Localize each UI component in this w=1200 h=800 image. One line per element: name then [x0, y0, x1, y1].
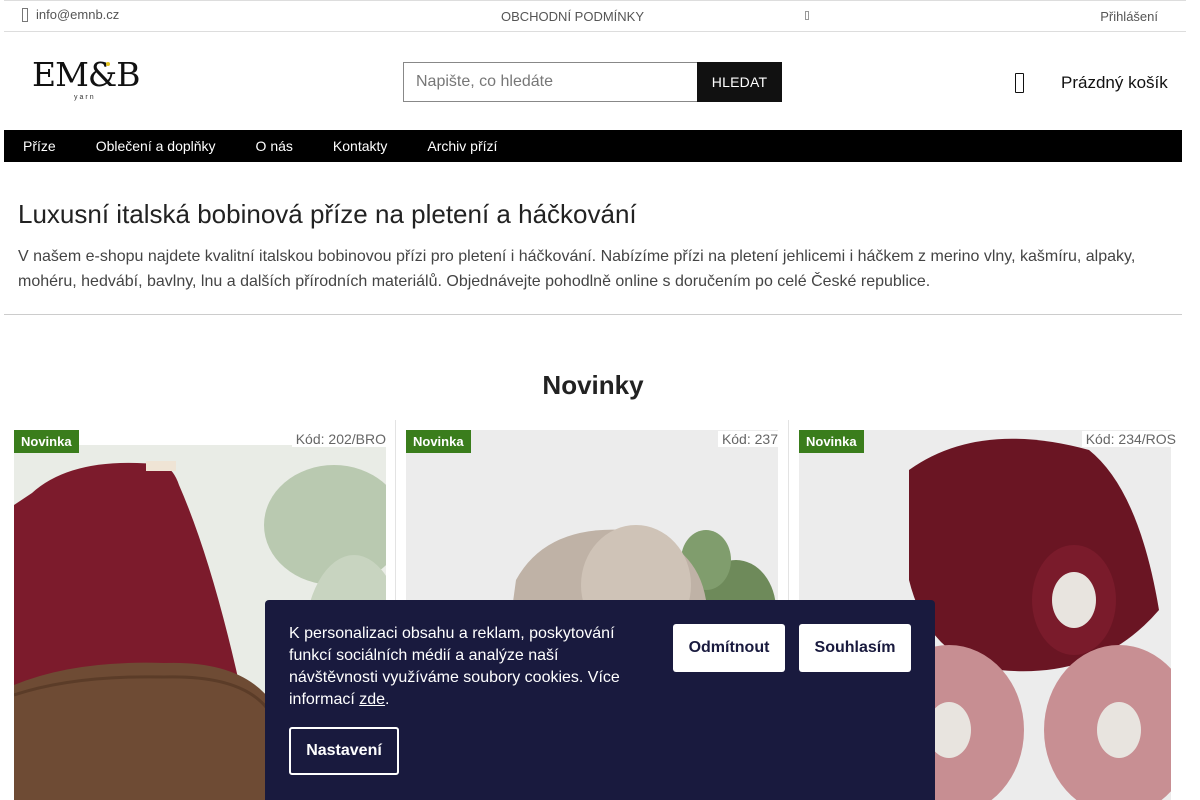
new-badge: Novinka	[14, 430, 79, 453]
intro-text: V našem e-shopu najdete kvalitní italsko…	[18, 248, 1136, 290]
cookie-more-link[interactable]: zde	[359, 691, 385, 708]
nav-item-yarn[interactable]: Příze	[4, 130, 76, 162]
new-badge: Novinka	[799, 430, 864, 453]
nav-item-contacts[interactable]: Kontakty	[313, 130, 407, 162]
page-title: Luxusní italská bobinová příze na pleten…	[18, 199, 637, 229]
main-navigation: Příze Oblečení a doplňky O nás Kontakty …	[4, 130, 1182, 162]
terms-link[interactable]: OBCHODNÍ PODMÍNKY	[501, 9, 644, 24]
cookie-period: .	[385, 691, 390, 708]
search-input[interactable]	[403, 62, 697, 102]
cookie-banner: K personalizaci obsahu a reklam, poskyto…	[265, 600, 935, 800]
product-code: Kód: 234/ROS	[1081, 431, 1176, 447]
cookie-settings-button[interactable]: Nastavení	[289, 727, 399, 775]
cart-icon[interactable]	[1015, 73, 1024, 93]
nav-item-about[interactable]: O nás	[236, 130, 313, 162]
phone-icon	[22, 7, 28, 22]
accept-button[interactable]: Souhlasím	[799, 624, 911, 672]
nav-item-archive[interactable]: Archiv přízí	[407, 130, 517, 162]
search-button[interactable]: HLEDAT	[697, 62, 782, 102]
new-badge: Novinka	[406, 430, 471, 453]
divider	[4, 314, 1182, 315]
top-bar: info@emnb.cz OBCHODNÍ PODMÍNKY Přihlášen…	[4, 0, 1186, 32]
cookie-text: K personalizaci obsahu a reklam, poskyto…	[289, 623, 634, 711]
decline-button[interactable]: Odmítnout	[673, 624, 785, 672]
email-link[interactable]: info@emnb.cz	[22, 7, 119, 22]
nav-item-clothing[interactable]: Oblečení a doplňky	[76, 130, 236, 162]
logo-wordmark: EM&B	[32, 55, 141, 94]
cart-label[interactable]: Prázdný košík	[1061, 73, 1168, 93]
logo-dot	[106, 62, 110, 66]
section-title: Novinky	[542, 370, 644, 400]
search-form: HLEDAT	[403, 62, 782, 102]
product-code: Kód: 202/BRO	[291, 431, 386, 447]
email-text: info@emnb.cz	[36, 7, 120, 22]
dropdown-icon[interactable]	[805, 11, 809, 20]
logo-subtitle: yarn	[74, 94, 96, 101]
product-code: Kód: 237	[717, 431, 778, 447]
cookie-message: K personalizaci obsahu a reklam, poskyto…	[289, 625, 620, 708]
logo[interactable]: EM&B yarn	[32, 56, 147, 108]
login-link[interactable]: Přihlášení	[1100, 9, 1158, 24]
